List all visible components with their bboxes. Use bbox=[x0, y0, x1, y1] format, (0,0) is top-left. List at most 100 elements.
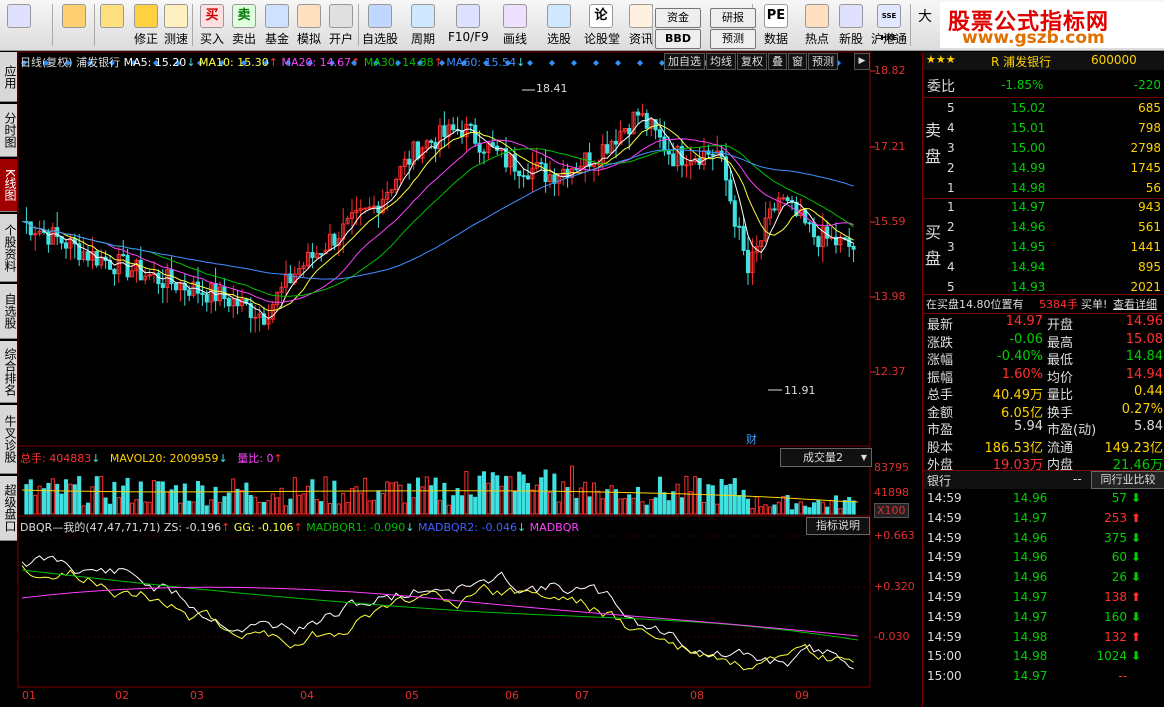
candlestick bbox=[635, 111, 641, 116]
volume-bar bbox=[737, 495, 742, 515]
volume-bar bbox=[561, 481, 566, 515]
level-number: 1 bbox=[947, 181, 955, 195]
volume-bar bbox=[187, 500, 192, 515]
buy-level-row[interactable]: 3 14.95 1441 bbox=[923, 238, 1164, 257]
volume-bar bbox=[807, 507, 812, 515]
volume-bar bbox=[587, 496, 592, 515]
signal-diamond-icon bbox=[549, 60, 555, 66]
volume-bar bbox=[640, 501, 645, 515]
stat-value: -0.06 bbox=[1009, 331, 1043, 347]
volume-bar bbox=[666, 500, 671, 515]
level-number: 2 bbox=[947, 220, 955, 234]
volume-bar bbox=[701, 501, 707, 515]
price-ytick-2: 15.59 bbox=[874, 215, 906, 228]
chart-top-button-1[interactable]: 均线 bbox=[706, 53, 736, 70]
volume-bar bbox=[345, 502, 350, 515]
chart-top-button-0[interactable]: 加自选 bbox=[664, 53, 705, 70]
sell-level-row[interactable]: 4 15.01 798 bbox=[923, 119, 1164, 138]
sell-level-row[interactable]: 1 14.98 56 bbox=[923, 179, 1164, 198]
gg-line bbox=[21, 565, 854, 671]
notice-detail-link[interactable]: 查看详细 bbox=[1113, 296, 1157, 312]
volume-bar bbox=[763, 504, 768, 515]
sector-dash: -- bbox=[1073, 472, 1082, 486]
volume-bar bbox=[226, 492, 231, 515]
indicator-ytick-3: -0.030 bbox=[874, 630, 910, 643]
trade-tick-row: 14:59 14.96 26 ⬇ bbox=[923, 568, 1164, 587]
volume-bar bbox=[134, 499, 139, 515]
tick-volume: 26 bbox=[1111, 570, 1127, 585]
quote-stat-row: 振幅 1.60% 均价 14.94 bbox=[923, 367, 1164, 386]
buy-level-row[interactable]: 1 14.97 943 bbox=[923, 198, 1164, 217]
indicator-title: DBQR—我的(47,47,71,71) bbox=[20, 521, 161, 534]
high-price-label: 18.41 bbox=[536, 82, 568, 95]
volume-bar bbox=[424, 476, 429, 515]
volume-bar bbox=[825, 506, 830, 515]
chart-top-button-4[interactable]: 窗 bbox=[788, 53, 807, 70]
volume-bar bbox=[358, 492, 363, 515]
volume-bar bbox=[803, 505, 808, 515]
volume-ytick-2: 41898 bbox=[874, 486, 909, 499]
volume-bar bbox=[147, 501, 152, 515]
sell-level-row[interactable]: 5 15.02 685 bbox=[923, 99, 1164, 118]
level-price: 15.00 bbox=[1011, 141, 1046, 155]
candlestick bbox=[684, 164, 689, 167]
price-ytick-1: 17.21 bbox=[874, 140, 906, 153]
stat-value: 14.97 bbox=[1005, 314, 1043, 329]
volume-bar bbox=[393, 481, 399, 515]
volume-bar bbox=[657, 476, 663, 515]
chart-top-button-5[interactable]: 预测 bbox=[808, 53, 838, 70]
volume-total-arrow-icon: ↓ bbox=[91, 452, 101, 465]
zs-arrow-icon: ↑ bbox=[221, 521, 231, 534]
volume-bar bbox=[77, 476, 82, 515]
finance-marker[interactable]: 财 bbox=[746, 431, 757, 447]
candlestick bbox=[525, 175, 531, 180]
indicator-explain-button[interactable]: 指标说明 bbox=[806, 517, 870, 535]
buy-level-row[interactable]: 4 14.94 895 bbox=[923, 258, 1164, 277]
candlestick bbox=[310, 251, 315, 258]
tick-time: 14:59 bbox=[927, 530, 962, 545]
candlestick bbox=[745, 249, 751, 274]
stat-value: 40.49万 bbox=[992, 388, 1043, 403]
volume-bar bbox=[609, 485, 614, 515]
candlestick bbox=[63, 242, 69, 249]
level-volume: 1441 bbox=[1130, 240, 1161, 254]
sell-level-row[interactable]: 2 14.99 1745 bbox=[923, 159, 1164, 178]
x-axis-tick-2: 03 bbox=[190, 689, 204, 702]
stat-value: 14.96 bbox=[1125, 314, 1163, 329]
volume-indicator-dropdown[interactable]: 成交量2 ▼ bbox=[780, 448, 872, 467]
gg-arrow-icon: ↑ bbox=[293, 521, 303, 534]
volume-bar bbox=[605, 489, 610, 515]
candlestick bbox=[319, 253, 324, 256]
level-price: 15.02 bbox=[1011, 101, 1046, 115]
volume-bar bbox=[182, 483, 187, 515]
volume-bar bbox=[129, 502, 135, 515]
liangbi-arrow-icon: ↑ bbox=[273, 452, 283, 465]
ma60-value: MA60: 15.54 bbox=[446, 56, 517, 69]
level-price: 14.93 bbox=[1011, 280, 1046, 294]
volume-bar bbox=[261, 501, 267, 515]
level-number: 4 bbox=[947, 260, 955, 274]
chart-top-button-2[interactable]: 复权 bbox=[737, 53, 767, 70]
volume-bar bbox=[222, 496, 227, 515]
volume-bar bbox=[376, 490, 381, 515]
industry-compare-button[interactable]: 同行业比较 bbox=[1091, 471, 1164, 489]
volume-bar bbox=[239, 490, 245, 515]
volume-bar bbox=[464, 471, 469, 515]
ma60-arrow-icon: ↓ bbox=[516, 56, 526, 69]
volume-bar bbox=[191, 501, 196, 515]
tick-price: 14.97 bbox=[1013, 510, 1048, 525]
candlestick bbox=[847, 237, 852, 247]
x-axis-tick-8: 09 bbox=[795, 689, 809, 702]
weibi-diff: -220 bbox=[1133, 78, 1161, 92]
chart-menu-arrow-icon[interactable]: ▶ bbox=[854, 53, 870, 70]
volume-bar bbox=[200, 485, 205, 515]
volume-bar bbox=[829, 499, 834, 515]
volume-bar bbox=[85, 502, 91, 515]
trade-tick-row: 14:59 14.98 132 ⬆ bbox=[923, 628, 1164, 647]
sector-name[interactable]: 银行 bbox=[927, 472, 951, 489]
trade-tick-row: 15:00 14.98 1024 ⬇ bbox=[923, 647, 1164, 666]
sell-level-row[interactable]: 3 15.00 2798 bbox=[923, 139, 1164, 158]
chart-top-button-3[interactable]: 叠 bbox=[768, 53, 787, 70]
volume-bar bbox=[622, 498, 627, 515]
buy-level-row[interactable]: 2 14.96 561 bbox=[923, 218, 1164, 237]
